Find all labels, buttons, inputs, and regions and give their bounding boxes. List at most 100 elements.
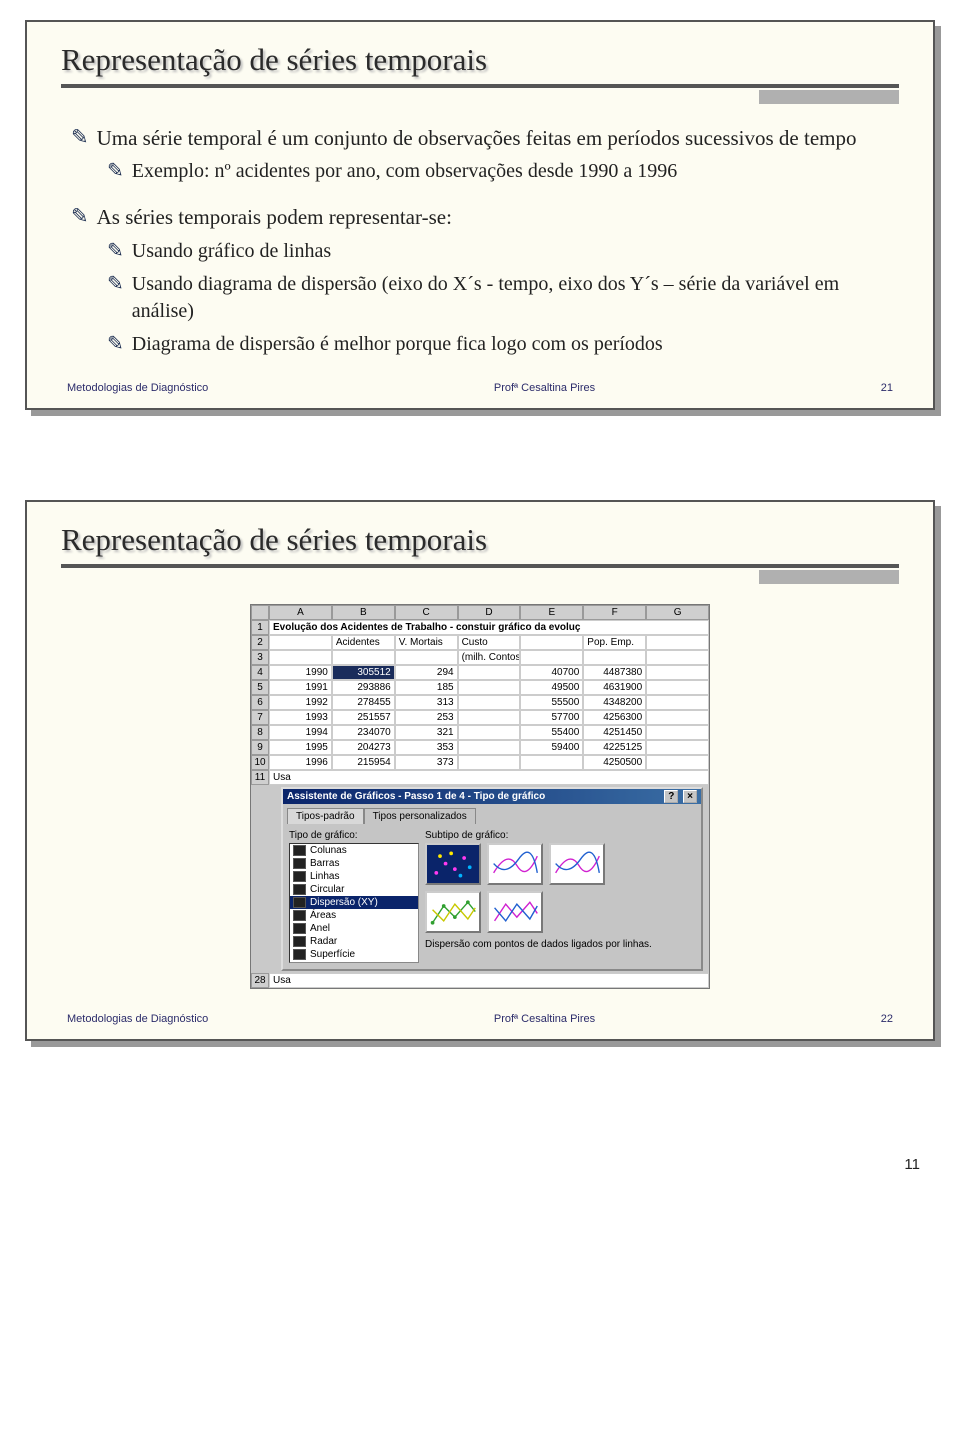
cell[interactable]: Custo: [458, 635, 521, 650]
cell[interactable]: [458, 695, 521, 710]
cell[interactable]: 234070: [332, 725, 395, 740]
tab-standard-types[interactable]: Tipos-padrão: [287, 808, 364, 824]
cell[interactable]: [520, 650, 583, 665]
cell[interactable]: 373: [395, 755, 458, 770]
cell[interactable]: [269, 650, 332, 665]
cell[interactable]: Acidentes: [332, 635, 395, 650]
cell[interactable]: 215954: [332, 755, 395, 770]
row-header[interactable]: 4: [251, 665, 269, 680]
chart-type-item[interactable]: Dispersão (XY): [290, 896, 418, 909]
cell[interactable]: (milh. Contos): [458, 650, 521, 665]
cell[interactable]: 4225125: [583, 740, 646, 755]
row-header[interactable]: 2: [251, 635, 269, 650]
cell[interactable]: [646, 680, 709, 695]
row-header[interactable]: 1: [251, 620, 269, 635]
col-header[interactable]: F: [583, 605, 646, 620]
cell[interactable]: 253: [395, 710, 458, 725]
cell[interactable]: 305512: [332, 665, 395, 680]
cell[interactable]: Evolução dos Acidentes de Trabalho - con…: [269, 620, 709, 635]
cell[interactable]: 1990: [269, 665, 332, 680]
subtype-scatter-markers[interactable]: [425, 843, 481, 885]
cell[interactable]: [458, 710, 521, 725]
row-header[interactable]: 28: [251, 973, 269, 988]
cell[interactable]: [646, 740, 709, 755]
cell[interactable]: [458, 725, 521, 740]
cell[interactable]: 293886: [332, 680, 395, 695]
chart-type-item[interactable]: Barras: [290, 857, 418, 870]
cell[interactable]: [646, 755, 709, 770]
chart-type-item[interactable]: Superfície: [290, 948, 418, 961]
cell[interactable]: V. Mortais: [395, 635, 458, 650]
cell[interactable]: [458, 755, 521, 770]
row-header[interactable]: 6: [251, 695, 269, 710]
cell[interactable]: 353: [395, 740, 458, 755]
col-header[interactable]: E: [520, 605, 583, 620]
cell[interactable]: 1995: [269, 740, 332, 755]
chart-type-item[interactable]: Linhas: [290, 870, 418, 883]
cell[interactable]: 4631900: [583, 680, 646, 695]
cell[interactable]: [646, 695, 709, 710]
cell[interactable]: 185: [395, 680, 458, 695]
cell[interactable]: [520, 755, 583, 770]
col-header[interactable]: A: [269, 605, 332, 620]
cell[interactable]: 294: [395, 665, 458, 680]
cell[interactable]: Pop. Emp.: [583, 635, 646, 650]
cell[interactable]: [583, 650, 646, 665]
cell[interactable]: [332, 650, 395, 665]
cell[interactable]: [646, 650, 709, 665]
col-header[interactable]: B: [332, 605, 395, 620]
cell[interactable]: 251557: [332, 710, 395, 725]
subtype-scatter-smooth-nomarkers[interactable]: [549, 843, 605, 885]
cell[interactable]: [269, 635, 332, 650]
cell[interactable]: [395, 650, 458, 665]
close-button[interactable]: ×: [683, 790, 697, 803]
row-header[interactable]: 7: [251, 710, 269, 725]
col-header[interactable]: G: [646, 605, 709, 620]
col-header[interactable]: C: [395, 605, 458, 620]
row-header[interactable]: 11: [251, 770, 269, 785]
cell[interactable]: 4251450: [583, 725, 646, 740]
chart-type-item[interactable]: Radar: [290, 935, 418, 948]
cell[interactable]: 4250500: [583, 755, 646, 770]
row-header[interactable]: 5: [251, 680, 269, 695]
cell[interactable]: [458, 680, 521, 695]
dialog-titlebar[interactable]: Assistente de Gráficos - Passo 1 de 4 - …: [283, 789, 701, 804]
cell[interactable]: 1991: [269, 680, 332, 695]
cell[interactable]: 1996: [269, 755, 332, 770]
cell[interactable]: 49500: [520, 680, 583, 695]
cell[interactable]: [520, 635, 583, 650]
cell[interactable]: 1994: [269, 725, 332, 740]
help-button[interactable]: ?: [664, 790, 678, 803]
cell[interactable]: [646, 725, 709, 740]
chart-type-item[interactable]: Anel: [290, 922, 418, 935]
cell[interactable]: [646, 635, 709, 650]
cell[interactable]: 1993: [269, 710, 332, 725]
cell[interactable]: 4348200: [583, 695, 646, 710]
cell[interactable]: 4256300: [583, 710, 646, 725]
cell[interactable]: 59400: [520, 740, 583, 755]
chart-type-item[interactable]: Colunas: [290, 844, 418, 857]
cell[interactable]: 321: [395, 725, 458, 740]
cell[interactable]: [646, 665, 709, 680]
cell[interactable]: 55500: [520, 695, 583, 710]
row-header[interactable]: 8: [251, 725, 269, 740]
chart-type-item[interactable]: Circular: [290, 883, 418, 896]
corner-cell[interactable]: [251, 605, 269, 620]
cell[interactable]: 278455: [332, 695, 395, 710]
cell[interactable]: 204273: [332, 740, 395, 755]
cell[interactable]: 40700: [520, 665, 583, 680]
subtype-scatter-lines[interactable]: [425, 891, 481, 933]
tab-custom-types[interactable]: Tipos personalizados: [364, 808, 476, 824]
cell[interactable]: [458, 665, 521, 680]
cell[interactable]: Usa: [269, 770, 709, 785]
subtype-scatter-lines-nomarkers[interactable]: [487, 891, 543, 933]
cell[interactable]: 313: [395, 695, 458, 710]
row-header[interactable]: 3: [251, 650, 269, 665]
cell[interactable]: 1992: [269, 695, 332, 710]
chart-type-list[interactable]: ColunasBarrasLinhasCircularDispersão (XY…: [289, 843, 419, 963]
cell[interactable]: 57700: [520, 710, 583, 725]
col-header[interactable]: D: [458, 605, 521, 620]
cell[interactable]: 55400: [520, 725, 583, 740]
cell[interactable]: [458, 740, 521, 755]
cell[interactable]: [646, 710, 709, 725]
